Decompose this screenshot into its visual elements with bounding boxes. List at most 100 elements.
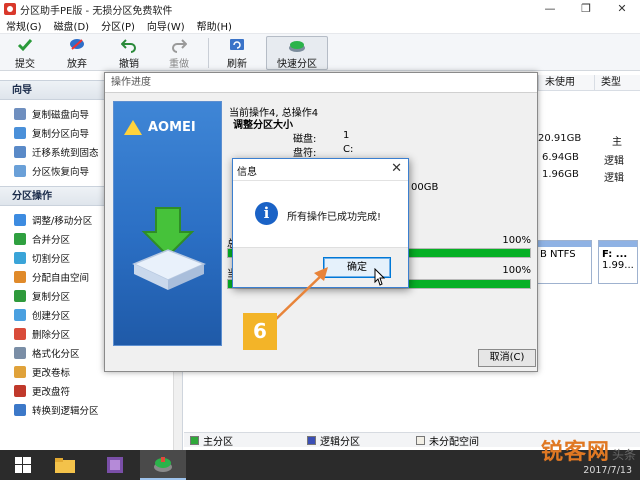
discard-button[interactable]: 放弃 — [62, 36, 92, 70]
folder-icon — [55, 458, 75, 473]
watermark: 锐客网 头条 — [541, 434, 636, 466]
clock-date: 2017/7/13 — [583, 465, 632, 476]
menu-general[interactable]: 常规(G) — [0, 18, 48, 33]
nav-label: 迁移系统到固态 — [32, 147, 99, 159]
nav-label: 格式化分区 — [32, 348, 80, 360]
submit-button[interactable]: 提交 — [10, 36, 40, 70]
label-icon — [14, 365, 26, 378]
copy-partition-icon — [14, 126, 26, 139]
message-text: 所有操作已成功完成! — [287, 212, 382, 223]
nav-label: 更改卷标 — [32, 367, 71, 379]
redo-label: 重做 — [169, 59, 189, 70]
legend-logical: 逻辑分区 — [320, 436, 360, 448]
close-button[interactable]: ✕ — [604, 0, 640, 18]
op-change-letter[interactable]: 更改盘符 — [14, 381, 182, 400]
info-icon: i — [255, 202, 278, 225]
partition-assistant-icon — [154, 457, 172, 472]
menu-disk[interactable]: 磁盘(D) — [48, 18, 96, 33]
row-type: 主 — [612, 137, 622, 148]
partition-recovery-icon — [14, 164, 26, 177]
window-title: 分区助手PE版 - 无损分区免费软件 — [20, 5, 173, 17]
nav-label: 分区恢复向导 — [32, 166, 90, 178]
field-key-drive: 盘符: — [293, 148, 317, 159]
nav-label: 合并分区 — [32, 234, 71, 246]
field-val-drive: C: — [343, 144, 354, 155]
field-key-disk: 磁盘: — [293, 134, 317, 145]
taskbar-app[interactable] — [92, 450, 138, 480]
nav-label: 删除分区 — [32, 329, 71, 341]
discard-icon — [68, 36, 86, 53]
partial-size: 00GB — [411, 182, 439, 193]
column-unused[interactable]: 未使用 — [538, 75, 594, 91]
nav-label: 复制分区向导 — [32, 128, 90, 140]
menu-help[interactable]: 帮助(H) — [191, 18, 238, 33]
start-button[interactable] — [0, 450, 46, 480]
redo-button[interactable]: 重做 — [164, 36, 194, 70]
nav-label: 复制磁盘向导 — [32, 109, 90, 121]
create-icon — [14, 308, 26, 321]
taskbar-partition-assistant[interactable] — [140, 450, 186, 480]
copy-icon — [14, 289, 26, 302]
primary-swatch — [190, 435, 199, 445]
undo-button[interactable]: 撤销 — [114, 36, 144, 70]
menu-bar: 常规(G) 磁盘(D) 分区(P) 向导(W) 帮助(H) — [0, 18, 640, 33]
op-convert-logical[interactable]: 转换到逻辑分区 — [14, 400, 182, 419]
nav-label: 分配自由空间 — [32, 272, 90, 284]
nav-label: 转换到逻辑分区 — [32, 405, 99, 417]
redo-icon — [170, 36, 188, 53]
partition-box-detail: 1.99... — [602, 260, 634, 271]
window-controls: — ❐ ✕ — [532, 0, 640, 18]
message-box-title: 信息 — [237, 167, 257, 178]
quick-partition-label: 快速分区 — [277, 59, 317, 70]
disk-download-icon — [132, 207, 206, 290]
migrate-os-icon — [14, 145, 26, 158]
watermark-tag: 头条 — [611, 448, 636, 462]
disk-partition-box[interactable]: B NTFS — [536, 240, 592, 284]
split-icon — [14, 251, 26, 264]
toolbar-separator — [208, 38, 209, 68]
row-unused: 6.94GB — [542, 152, 579, 163]
windows-icon — [15, 457, 31, 473]
row-type: 逻辑 — [604, 173, 624, 184]
refresh-label: 刷新 — [227, 59, 247, 70]
letter-icon — [14, 384, 26, 397]
minimize-button[interactable]: — — [532, 0, 568, 18]
row-type: 逻辑 — [604, 156, 624, 167]
copy-disk-icon — [14, 107, 26, 120]
menu-partition[interactable]: 分区(P) — [95, 18, 141, 33]
logical-swatch — [307, 435, 316, 445]
title-bar: 分区助手PE版 - 无损分区免费软件 — ❐ ✕ — [0, 0, 640, 18]
cancel-button[interactable]: 取消(C) — [478, 349, 536, 367]
nav-label: 创建分区 — [32, 310, 71, 322]
menu-wizard[interactable]: 向导(W) — [141, 18, 191, 33]
merge-icon — [14, 232, 26, 245]
disk-partition-box[interactable]: F: ... 1.99... — [598, 240, 638, 284]
row-unused: 1.96GB — [542, 169, 579, 180]
nav-label: 更改盘符 — [32, 386, 71, 398]
legend-primary: 主分区 — [203, 436, 233, 448]
restore-button[interactable]: ❐ — [568, 0, 604, 18]
nav-label: 切割分区 — [32, 253, 71, 265]
message-box-titlebar: 信息 ✕ — [233, 159, 408, 181]
partition-box-title: F: ... — [602, 249, 628, 260]
nav-label: 复制分区 — [32, 291, 71, 303]
aomei-banner: AOMEI — [113, 101, 222, 346]
discard-label: 放弃 — [67, 59, 87, 70]
refresh-button[interactable]: 刷新 — [222, 36, 252, 70]
undo-icon — [120, 36, 138, 53]
row-unused: 20.91GB — [538, 133, 582, 144]
watermark-brand: 锐客网 — [540, 440, 610, 465]
quick-partition-button[interactable]: 快速分区 — [266, 36, 328, 70]
step-number-badge: 6 — [243, 313, 277, 350]
app-icon — [4, 3, 16, 15]
current-progress-percent: 100% — [502, 265, 531, 276]
undo-label: 撤销 — [119, 59, 139, 70]
submit-label: 提交 — [15, 59, 35, 70]
taskbar-file-explorer[interactable] — [42, 450, 88, 480]
aomei-logo-text: AOMEI — [148, 120, 196, 135]
close-icon[interactable]: ✕ — [391, 162, 402, 176]
total-progress-percent: 100% — [502, 235, 531, 246]
annotation-arrow-icon — [273, 267, 328, 322]
column-type[interactable]: 类型 — [594, 75, 640, 91]
field-val-disk: 1 — [343, 130, 350, 141]
